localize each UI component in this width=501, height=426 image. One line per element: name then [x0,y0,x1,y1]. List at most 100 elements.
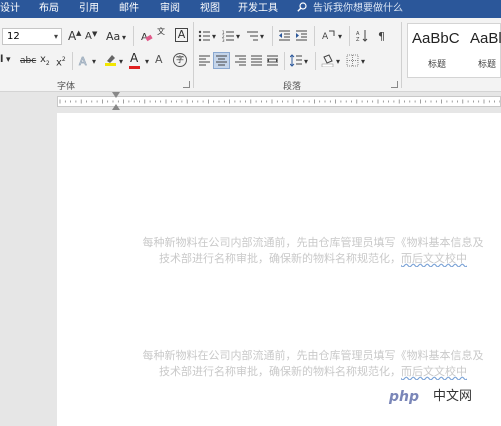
bullets-icon[interactable] [198,29,211,42]
ribbon: 12 ▾ A ▲ A ▼ Aa ▾ A 文 A l ▾ abc x2 x2 A … [0,18,501,92]
align-left-icon[interactable] [198,54,211,67]
bold-fragment[interactable]: l [0,54,3,66]
superscript-button[interactable]: x2 [56,54,66,69]
separator [133,26,134,46]
style-sample: AaBl [470,30,501,47]
separator [315,52,316,70]
group-separator [401,22,402,88]
horizontal-ruler[interactable] [57,96,501,107]
highlighter-icon[interactable] [104,53,117,66]
ruler-area [0,92,501,111]
paragraph-line: 每种新物料在公司内部流通前，先由仓库管理员填写《物料基本信息及 [142,349,484,362]
multilevel-list-icon[interactable] [246,29,259,42]
align-center-button[interactable] [213,52,230,69]
paragraph-line: 技术部进行名称审批，确保新的物料名称规范化，而后文文校中 [115,364,501,380]
shrink-arrow-icon: ▼ [92,30,98,38]
justify-icon[interactable] [250,54,263,67]
separator [349,26,350,46]
style-heading-2[interactable]: AaBl 标题 [468,24,501,77]
borders-icon[interactable] [346,54,359,67]
tab-references[interactable]: 引用 [79,2,99,16]
show-formatting-marks-icon[interactable]: ¶ [376,29,389,42]
chevron-down-icon[interactable]: ▾ [236,31,240,43]
chevron-down-icon[interactable]: ▾ [336,56,340,68]
paragraph-line: 技术部进行名称审批，确保新的物料名称规范化，而后文文校中 [115,251,501,267]
chevron-down-icon[interactable]: ▾ [212,31,216,43]
paragraph-line: 每种新物料在公司内部流通前，先由仓库管理员填写《物料基本信息及 [142,236,484,249]
watermark-text: 中文网 [433,389,473,404]
shading-icon[interactable] [321,54,334,67]
distributed-icon[interactable] [266,54,279,67]
align-right-icon[interactable] [234,54,247,67]
tab-developer[interactable]: 开发工具 [238,2,278,16]
style-name: 标题 [428,60,447,70]
font-color-button[interactable]: A [130,52,138,64]
sort-icon[interactable]: A Z [356,29,369,42]
enclose-characters-button[interactable]: 字 [173,53,187,67]
chevron-down-icon[interactable]: ▾ [119,56,123,68]
ruler-ticks [59,99,500,104]
tab-design[interactable]: 设计 [0,2,20,16]
chevron-down-icon[interactable]: ▾ [260,31,264,43]
font-size-select[interactable]: 12 ▾ [2,28,62,45]
line-spacing-icon[interactable] [290,54,303,67]
chevron-down-icon[interactable]: ▾ [361,56,365,68]
style-name: 标题 [478,60,497,70]
search-icon[interactable] [297,2,307,12]
chevron-down-icon[interactable]: ▾ [338,31,342,43]
clear-formatting-icon[interactable]: A [140,30,153,43]
pinyin-guide-button[interactable]: 文 [157,26,165,38]
svg-text:A: A [322,32,329,42]
change-case-button[interactable]: Aa [106,31,120,43]
menu-bar: 设计 布局 引用 邮件 审阅 视图 开发工具 告诉我你想要做什么 [0,0,501,18]
strikethrough-button[interactable]: abc [20,55,36,67]
line-text-misspelled: 而后文文校中 [401,252,467,265]
align-center-icon [216,55,227,66]
svg-text:A: A [79,55,87,67]
tab-layout[interactable]: 布局 [39,2,59,16]
tab-review[interactable]: 审阅 [160,2,180,16]
increase-indent-icon[interactable] [295,29,308,42]
php-logo: php [381,384,427,410]
grow-font-button[interactable]: A [68,30,76,42]
paragraph-dialog-launcher[interactable] [391,81,398,88]
chevron-down-icon[interactable]: ▾ [122,32,126,44]
tell-me-search-input[interactable]: 告诉我你想要做什么 [313,2,403,16]
chevron-down-icon[interactable]: ▾ [145,56,149,68]
paragraph[interactable]: 每种新物料在公司内部流通前，先由仓库管理员填写《物料基本信息及 技术部进行名称审… [115,235,501,267]
style-heading-1[interactable]: AaBbC 标题 [408,24,468,77]
grow-arrow-icon: ▲ [76,29,82,37]
decrease-indent-icon[interactable] [278,29,291,42]
text-effects-icon[interactable]: A [78,54,91,67]
font-group-label: 字体 [57,82,76,92]
character-border-button[interactable]: A [175,28,188,42]
line-text: 技术部进行名称审批，确保新的物料名称规范化， [159,252,401,265]
font-size-value: 12 [7,31,20,42]
line-text: 技术部进行名称审批，确保新的物料名称规范化， [159,365,401,378]
tab-view[interactable]: 视图 [200,2,220,16]
watermark: php 中文网 [381,384,501,412]
svg-text:3: 3 [222,38,225,42]
paragraph[interactable]: 每种新物料在公司内部流通前，先由仓库管理员填写《物料基本信息及 技术部进行名称审… [115,348,501,380]
separator [272,26,273,46]
chevron-down-icon[interactable]: ▾ [54,29,58,44]
styles-gallery: AaBbC 标题 AaBl 标题 [407,23,501,78]
svg-text:Z: Z [356,37,360,42]
font-color-swatch [129,66,140,69]
character-shading-button[interactable]: A [155,54,163,66]
tab-mailings[interactable]: 邮件 [119,2,139,16]
line-text-misspelled: 而后文文校中 [401,365,467,378]
shrink-font-button[interactable]: A [85,31,92,43]
style-sample: AaBbC [412,30,460,47]
chevron-down-icon[interactable]: ▾ [304,56,308,68]
chevron-down-icon[interactable]: ▾ [92,56,96,68]
asian-layout-icon[interactable]: A [322,29,335,42]
separator [72,52,73,70]
font-dialog-launcher[interactable] [183,81,190,88]
group-separator [193,22,194,88]
chevron-down-icon[interactable]: ▾ [6,54,11,66]
subscript-button[interactable]: x2 [40,54,50,70]
document-page[interactable]: 每种新物料在公司内部流通前，先由仓库管理员填写《物料基本信息及 技术部进行名称审… [57,113,501,426]
numbering-icon[interactable]: 1 2 3 [222,29,235,42]
paragraph-group-label: 段落 [283,82,302,92]
